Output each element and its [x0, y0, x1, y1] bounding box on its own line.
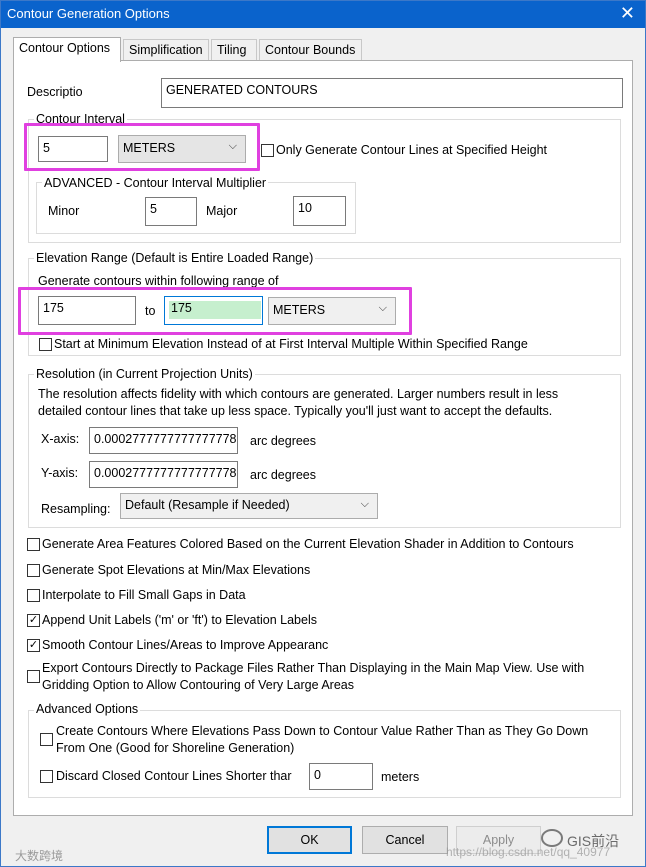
interpolate-gaps-label: Interpolate to Fill Small Gaps in Data	[42, 588, 246, 602]
chevron-down-icon: ⌵	[360, 498, 369, 510]
chevron-down-icon: ⌵	[378, 302, 387, 314]
tab-contour-options[interactable]: Contour Options	[13, 37, 121, 62]
y-axis-label: Y-axis:	[41, 466, 79, 480]
tab-simplification[interactable]: Simplification	[123, 39, 209, 61]
smooth-contours-label: Smooth Contour Lines/Areas to Improve Ap…	[42, 638, 329, 652]
chevron-down-icon: ⌵	[228, 140, 237, 152]
resolution-description-1: The resolution affects fidelity with whi…	[38, 387, 559, 401]
resampling-label: Resampling:	[41, 502, 111, 516]
check-icon: ✓	[28, 614, 39, 626]
start-min-elevation-label: Start at Minimum Elevation Instead of at…	[54, 337, 528, 351]
cancel-button[interactable]: Cancel	[362, 826, 448, 854]
close-icon[interactable]: ✕	[620, 3, 635, 24]
advanced-options-group-label: Advanced Options	[34, 702, 141, 716]
title-bar[interactable]: Contour Generation Options ✕	[1, 1, 645, 28]
major-field[interactable]: 10	[293, 196, 346, 226]
y-axis-field[interactable]: 0.0002777777777777778	[89, 461, 238, 488]
resolution-group-label: Resolution (in Current Projection Units)	[34, 367, 255, 381]
spot-elevations-label: Generate Spot Elevations at Min/Max Elev…	[42, 563, 311, 577]
discard-closed-label: Discard Closed Contour Lines Shorter tha…	[56, 769, 292, 783]
elevation-to-value: 175	[169, 301, 261, 319]
major-label: Major	[206, 204, 238, 218]
contour-interval-units-value: METERS	[123, 141, 176, 155]
minor-label: Minor	[48, 204, 80, 218]
elevation-from-field[interactable]: 175	[38, 296, 136, 325]
contour-interval-units-select[interactable]: METERS ⌵	[118, 135, 246, 163]
only-specified-height-label: Only Generate Contour Lines at Specified…	[276, 143, 547, 157]
shoreline-checkbox[interactable]	[40, 733, 53, 746]
resolution-description-2: detailed contour lines that take up less…	[38, 404, 553, 418]
elevation-to-field[interactable]: 175	[164, 296, 263, 325]
elevation-range-subtitle: Generate contours within following range…	[38, 274, 279, 288]
description-label: Descriptio	[27, 85, 83, 99]
only-specified-height-checkbox[interactable]	[261, 144, 274, 157]
watermark-right: GIS前沿	[567, 833, 620, 849]
resampling-value: Default (Resample if Needed)	[125, 498, 290, 512]
append-unit-labels-checkbox[interactable]: ✓	[27, 614, 40, 627]
elevation-units-select[interactable]: METERS ⌵	[268, 297, 396, 325]
contour-options-panel: Descriptio GENERATED CONTOURS Contour In…	[13, 60, 633, 816]
contour-interval-field[interactable]: 5	[38, 136, 108, 162]
ok-button[interactable]: OK	[267, 826, 352, 854]
check-icon: ✓	[28, 639, 39, 651]
tab-tiling[interactable]: Tiling	[211, 39, 257, 61]
dialog-window: Contour Generation Options ✕ Contour Opt…	[0, 0, 646, 867]
area-features-label: Generate Area Features Colored Based on …	[42, 537, 574, 551]
y-axis-unit: arc degrees	[250, 468, 317, 482]
smooth-contours-checkbox[interactable]: ✓	[27, 639, 40, 652]
discard-closed-checkbox[interactable]	[40, 770, 53, 783]
window-title: Contour Generation Options	[7, 6, 170, 21]
elevation-range-group-label: Elevation Range (Default is Entire Loade…	[34, 251, 316, 265]
append-unit-labels-label: Append Unit Labels ('m' or 'ft') to Elev…	[42, 613, 317, 627]
spot-elevations-checkbox[interactable]	[27, 564, 40, 577]
description-field[interactable]: GENERATED CONTOURS	[161, 78, 623, 108]
minor-field[interactable]: 5	[145, 197, 197, 226]
contour-interval-group-label: Contour Interval	[34, 112, 127, 126]
advanced-multiplier-label: ADVANCED - Contour Interval Multiplier	[42, 176, 269, 190]
export-packages-label-1: Export Contours Directly to Package File…	[42, 661, 585, 675]
discard-unit: meters	[381, 770, 420, 784]
interpolate-gaps-checkbox[interactable]	[27, 589, 40, 602]
x-axis-unit: arc degrees	[250, 434, 317, 448]
watermark-left: 大数跨境	[15, 849, 64, 863]
discard-length-field[interactable]: 0	[309, 763, 373, 790]
elevation-units-value: METERS	[273, 303, 326, 317]
start-min-elevation-checkbox[interactable]	[39, 338, 52, 351]
wechat-icon	[541, 829, 563, 847]
tab-contour-bounds[interactable]: Contour Bounds	[259, 39, 362, 61]
export-packages-label-2: Gridding Option to Allow Contouring of V…	[42, 678, 354, 692]
area-features-checkbox[interactable]	[27, 538, 40, 551]
x-axis-label: X-axis:	[41, 432, 80, 446]
x-axis-field[interactable]: 0.0002777777777777778	[89, 427, 238, 454]
to-label: to	[145, 304, 156, 318]
resampling-select[interactable]: Default (Resample if Needed) ⌵	[120, 493, 378, 519]
shoreline-label-1: Create Contours Where Elevations Pass Do…	[56, 724, 589, 738]
shoreline-label-2: From One (Good for Shoreline Generation)	[56, 741, 295, 755]
export-packages-checkbox[interactable]	[27, 670, 40, 683]
